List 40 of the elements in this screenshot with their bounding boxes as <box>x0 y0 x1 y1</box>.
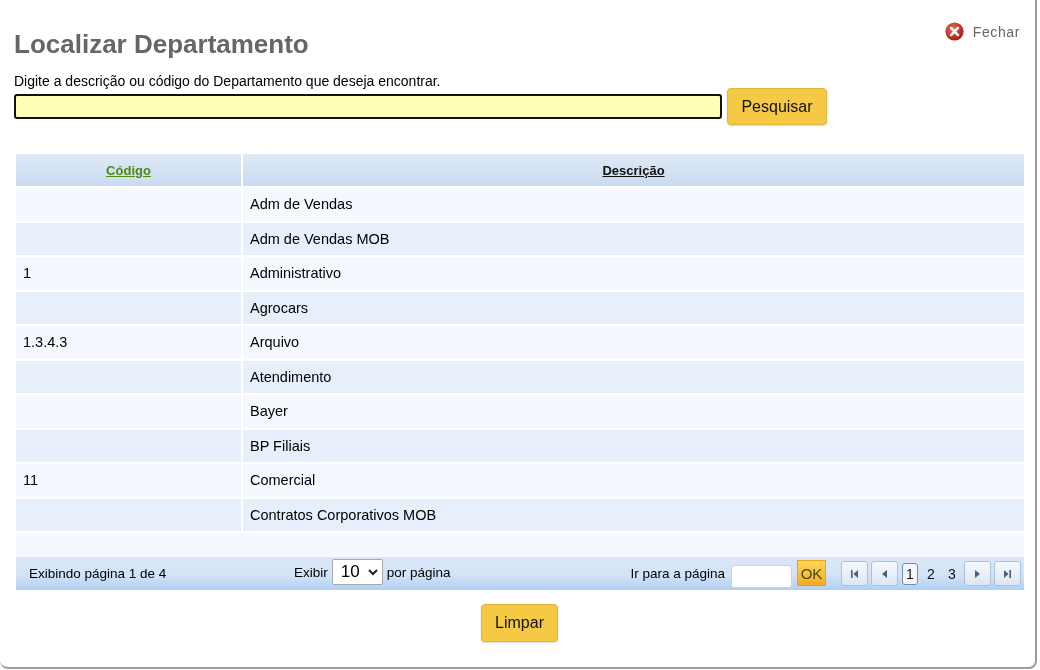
skip-to-start-icon <box>851 569 858 578</box>
previous-page-button[interactable] <box>871 561 898 586</box>
table-cell: 11 <box>16 464 243 497</box>
show-label: Exibir <box>294 564 328 580</box>
first-page-button[interactable] <box>841 561 868 586</box>
per-page-label: por página <box>386 564 451 580</box>
chevron-down-icon <box>367 568 378 576</box>
close-icon <box>944 22 964 41</box>
table-cell-text: Atendimento <box>249 367 333 387</box>
skip-to-end-icon <box>1004 569 1011 578</box>
page-status-text: Exibindo página 1 de 4 <box>29 566 168 581</box>
clear-button[interactable]: Limpar <box>481 604 558 642</box>
triangle-right-icon <box>975 569 980 578</box>
ok-button[interactable]: OK <box>797 560 826 586</box>
page-number-button[interactable]: 2 <box>923 562 939 585</box>
table-cell-text: Adm de Vendas <box>249 195 354 215</box>
next-page-button[interactable] <box>964 561 991 586</box>
table-cell: 1.3.4.3 <box>16 326 243 359</box>
table-cell: 1 <box>16 257 243 290</box>
instruction-text: Digite a descrição ou código do Departamento que deseja encontrar. <box>14 73 442 90</box>
goto-page-label: Ir para a página <box>630 566 725 581</box>
dialog-title: Localizar Departamento <box>14 28 309 60</box>
page-size-select[interactable]: 10 <box>331 559 383 585</box>
table-cell-text: Agrocars <box>249 298 310 318</box>
table-cell-text: BP Filiais <box>249 436 312 456</box>
table-cell-text: Contratos Corporativos MOB <box>249 505 438 525</box>
last-page-button[interactable] <box>994 561 1021 586</box>
triangle-left-icon <box>882 569 887 578</box>
search-button[interactable]: Pesquisar <box>727 88 827 125</box>
table-cell-text: Bayer <box>249 402 289 422</box>
table-cell-text: Arquivo <box>249 333 301 353</box>
table-cell-text: Administrativo <box>249 264 343 284</box>
page-number-button[interactable]: 1 <box>902 562 918 585</box>
goto-page-field[interactable] <box>731 564 792 588</box>
close-button[interactable]: Fechar <box>944 22 1020 41</box>
table-cell-text: Comercial <box>249 471 317 491</box>
table-cell-text: Adm de Vendas MOB <box>249 229 391 249</box>
page-number-button[interactable]: 3 <box>944 562 960 585</box>
column-header[interactable]: Descrição <box>602 162 665 178</box>
search-field[interactable] <box>14 94 722 119</box>
